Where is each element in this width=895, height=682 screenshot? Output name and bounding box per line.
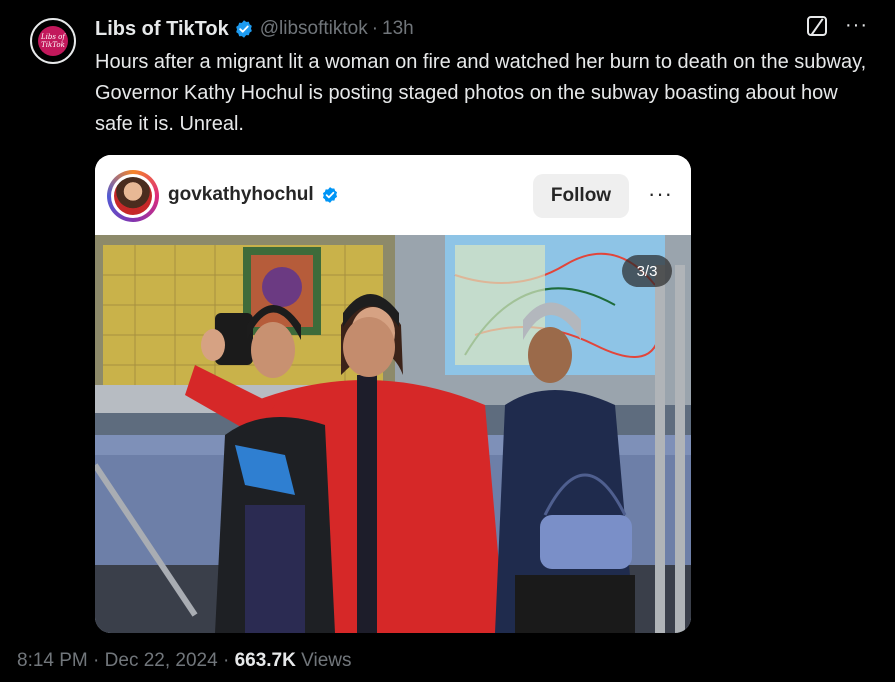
tweet-header: Libs of TikTok @libsoftiktok · 13h (95, 16, 414, 42)
instagram-post-header: govkathyhochul Follow ··· (95, 155, 691, 235)
footer-separator-2: · (222, 650, 230, 671)
avatar-text: Libs of TikTok (41, 33, 65, 49)
grok-icon[interactable] (807, 16, 827, 36)
subway-photo: 3/3 (95, 235, 691, 633)
photo-illustration (95, 235, 691, 633)
instagram-verified-icon (322, 187, 338, 203)
author-handle[interactable]: @libsoftiktok (260, 18, 368, 40)
author-display-name[interactable]: Libs of TikTok (95, 18, 229, 41)
instagram-avatar-inner (111, 174, 155, 218)
instagram-avatar[interactable] (107, 170, 159, 222)
author-avatar[interactable]: Libs of TikTok (30, 18, 76, 64)
instagram-more-icon[interactable]: ··· (648, 181, 673, 207)
tweet-footer: 8:14 PM · Dec 22, 2024 · 663.7K Views (17, 650, 351, 672)
tweet-text: Hours after a migrant lit a woman on fir… (95, 51, 867, 135)
avatar-portrait (114, 177, 152, 215)
instagram-username[interactable]: govkathyhochul (168, 184, 314, 206)
header-separator: · (371, 18, 379, 39)
views-count[interactable]: 663.7K (235, 650, 296, 671)
follow-button[interactable]: Follow (533, 174, 629, 218)
tweet-media[interactable]: govkathyhochul Follow ··· 3/3 (95, 155, 691, 633)
post-time[interactable]: 8:14 PM (17, 650, 88, 671)
verified-badge-icon (235, 20, 252, 38)
more-options-icon[interactable]: ··· (845, 14, 868, 37)
relative-timestamp[interactable]: 13h (382, 18, 414, 40)
views-label: Views (301, 650, 352, 671)
footer-separator-1: · (93, 650, 100, 671)
post-date[interactable]: Dec 22, 2024 (105, 650, 218, 671)
photo-counter: 3/3 (622, 255, 672, 287)
avatar-logo: Libs of TikTok (38, 26, 68, 56)
